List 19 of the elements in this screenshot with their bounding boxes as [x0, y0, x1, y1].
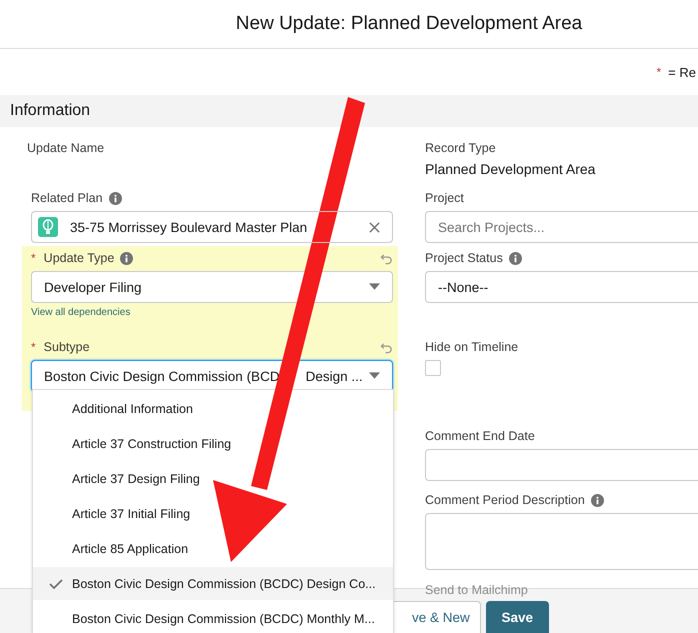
field-label: Hide on Timeline	[425, 340, 518, 354]
field-value: 35-75 Morrissey Boulevard Master Plan	[70, 220, 308, 234]
field-label: Subtype	[44, 340, 90, 354]
record-type-value: Planned Development Area	[425, 161, 596, 177]
field-label: Update Type	[44, 251, 114, 265]
field-label: Project	[425, 191, 464, 205]
field-label: Update Name	[27, 141, 104, 155]
field-label: Comment End Date	[425, 429, 535, 443]
required-asterisk: *	[656, 65, 662, 79]
field-label: Send to Mailchimp	[425, 583, 528, 597]
field-label: Related Plan	[31, 191, 103, 205]
section-header: Information	[0, 95, 698, 127]
window-title: New Update: Planned Development Area	[236, 13, 582, 35]
field-label: Record Type	[425, 141, 496, 155]
required-asterisk: *	[31, 251, 36, 265]
required-legend: = Re	[668, 64, 696, 80]
field-label: Project Status	[425, 251, 503, 265]
field-label: Comment Period Description	[425, 493, 585, 507]
required-asterisk: *	[31, 340, 36, 354]
